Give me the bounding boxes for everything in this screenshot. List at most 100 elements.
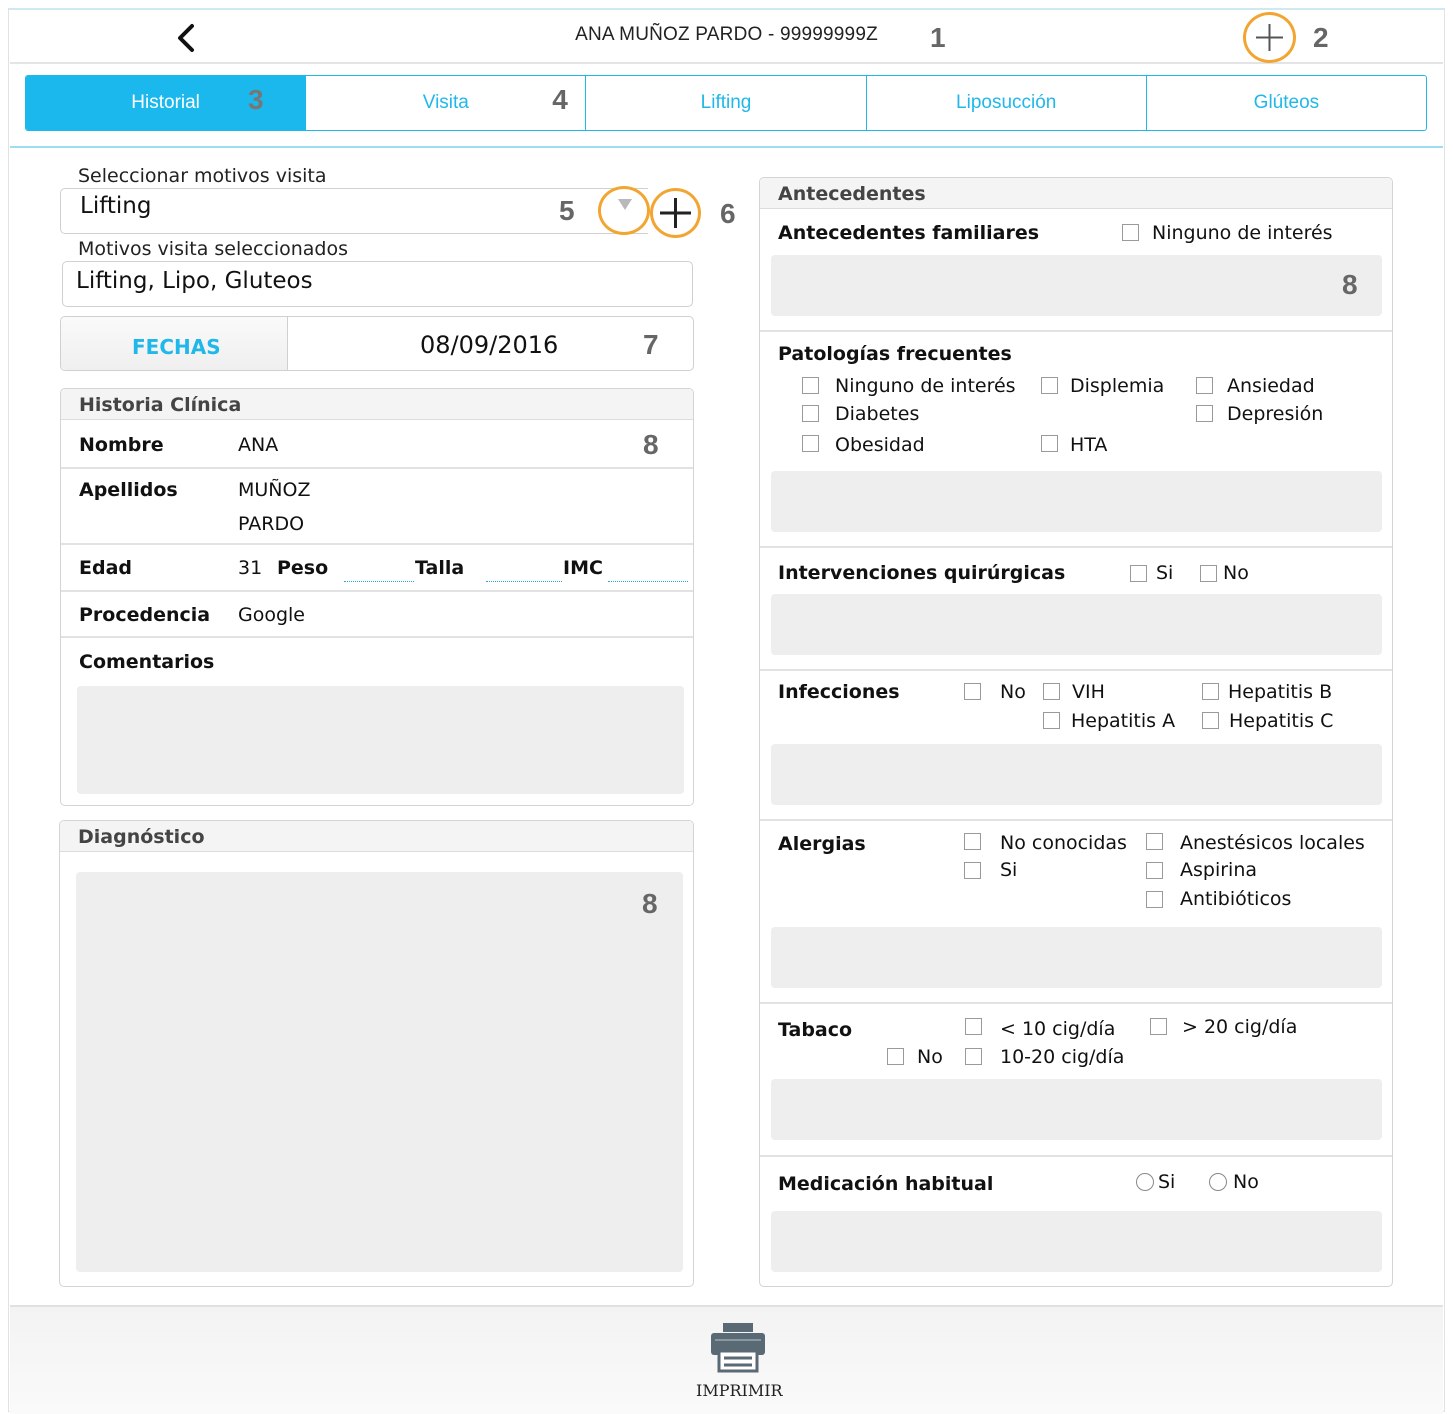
displemia-checkbox[interactable] (1041, 377, 1058, 394)
plus-icon (660, 198, 691, 228)
intervenciones-label: Intervenciones quirúrgicas (778, 562, 1066, 584)
fechas-label: FECHAS (132, 335, 221, 359)
hepatitis-c-checkbox[interactable] (1202, 712, 1219, 729)
historia-clinica-panel: Historia Clínica Nombre ANA 8 Apellidos … (60, 388, 694, 806)
tabaco-textarea[interactable] (771, 1079, 1382, 1140)
tabaco-10a20-checkbox[interactable] (965, 1048, 982, 1065)
tab-divider (10, 146, 1443, 148)
apellido1-value[interactable]: MUÑOZ (238, 479, 310, 501)
divider (760, 1002, 1392, 1004)
medicacion-textarea[interactable] (771, 1211, 1382, 1272)
obesidad-label: Obesidad (835, 434, 925, 456)
talla-input[interactable] (486, 581, 562, 582)
displemia-label: Displemia (1070, 375, 1165, 397)
tab-gluteos[interactable]: Glúteos (1147, 76, 1426, 130)
apellido2-value[interactable]: PARDO (238, 513, 304, 535)
ansiedad-checkbox[interactable] (1196, 377, 1213, 394)
motivos-seleccionados-field[interactable]: Lifting, Lipo, Gluteos (62, 261, 693, 307)
add-patient-button[interactable] (1243, 12, 1296, 63)
antibioticos-checkbox[interactable] (1146, 891, 1163, 908)
diagnostico-textarea[interactable] (76, 872, 683, 1272)
tab-historial[interactable]: Historial 3 (26, 76, 307, 130)
patologias-ninguno-label: Ninguno de interés (835, 375, 1016, 397)
infecciones-no-checkbox[interactable] (964, 683, 981, 700)
tabaco-label: Tabaco (778, 1019, 853, 1041)
apellidos-label: Apellidos (79, 479, 178, 501)
divider (61, 543, 693, 545)
familiares-textarea[interactable] (771, 255, 1382, 316)
procedencia-value[interactable]: Google (238, 604, 305, 626)
anestesicos-checkbox[interactable] (1146, 833, 1163, 850)
printer-icon (711, 1323, 765, 1373)
tabaco-10a20-label: 10-20 cig/día (1000, 1046, 1125, 1068)
patient-title: ANA MUÑOZ PARDO - 99999999Z (575, 24, 878, 45)
alergias-noconocidas-checkbox[interactable] (964, 833, 981, 850)
alergias-noconocidas-label: No conocidas (1000, 832, 1127, 854)
intervenciones-no-checkbox[interactable] (1200, 565, 1217, 582)
divider (61, 636, 693, 638)
alergias-si-label: Si (1000, 859, 1018, 881)
footer-bar: IMPRIMIR (10, 1305, 1443, 1414)
divider (61, 467, 693, 469)
tab-label: Liposucción (956, 92, 1057, 113)
top-bar: ANA MUÑOZ PARDO - 99999999Z (10, 10, 1443, 64)
intervenciones-textarea[interactable] (771, 594, 1382, 655)
medicacion-si-label: Si (1158, 1171, 1176, 1193)
comentarios-textarea[interactable] (77, 686, 684, 794)
depresion-checkbox[interactable] (1196, 405, 1213, 422)
medicacion-label: Medicación habitual (778, 1173, 994, 1195)
anestesicos-label: Anestésicos locales (1180, 832, 1365, 854)
tabaco-mas20-checkbox[interactable] (1150, 1018, 1167, 1035)
antibioticos-label: Antibióticos (1180, 888, 1292, 910)
print-button[interactable]: IMPRIMIR (690, 1317, 786, 1400)
peso-input[interactable] (344, 581, 414, 582)
divider (760, 819, 1392, 821)
tabaco-menos10-checkbox[interactable] (965, 1018, 982, 1035)
infecciones-textarea[interactable] (771, 744, 1382, 805)
select-dropdown-toggle[interactable] (598, 186, 650, 235)
hepatitis-b-checkbox[interactable] (1202, 683, 1219, 700)
tab-lifting[interactable]: Lifting (586, 76, 867, 130)
fechas-row: FECHAS 08/09/2016 7 (60, 316, 694, 371)
diabetes-label: Diabetes (835, 403, 920, 425)
fechas-button[interactable]: FECHAS (61, 317, 288, 370)
familiares-ninguno-label: Ninguno de interés (1152, 222, 1333, 244)
talla-label: Talla (415, 557, 465, 579)
imc-label: IMC (563, 557, 603, 579)
hepatitis-a-checkbox[interactable] (1043, 712, 1060, 729)
ansiedad-label: Ansiedad (1227, 375, 1315, 397)
hta-checkbox[interactable] (1041, 435, 1058, 452)
edad-value[interactable]: 31 (238, 557, 262, 579)
diagnostico-title: Diagnóstico (60, 821, 693, 852)
procedencia-label: Procedencia (79, 604, 211, 626)
medicacion-no-radio[interactable] (1209, 1173, 1227, 1191)
marker-7: 7 (643, 329, 659, 360)
intervenciones-si-checkbox[interactable] (1130, 565, 1147, 582)
medicacion-si-radio[interactable] (1136, 1173, 1154, 1191)
patologias-ninguno-checkbox[interactable] (802, 377, 819, 394)
tab-liposuccion[interactable]: Liposucción (867, 76, 1147, 130)
familiares-ninguno-checkbox[interactable] (1122, 224, 1139, 241)
tab-visita[interactable]: Visita 4 (306, 76, 587, 130)
add-motivo-button[interactable] (650, 188, 701, 238)
imc-input[interactable] (608, 581, 688, 582)
divider (61, 590, 693, 592)
nombre-value[interactable]: ANA (238, 434, 278, 456)
alergias-si-checkbox[interactable] (964, 862, 981, 879)
fecha-value[interactable]: 08/09/2016 (420, 331, 558, 359)
divider (760, 1155, 1392, 1157)
tabaco-no-label: No (917, 1046, 943, 1068)
patologias-textarea[interactable] (771, 471, 1382, 532)
diagnostico-panel: Diagnóstico 8 (59, 820, 694, 1287)
motivos-select-value: Lifting (80, 193, 152, 219)
aspirina-checkbox[interactable] (1146, 862, 1163, 879)
tab-bar: Historial 3 Visita 4 Lifting Liposucción… (25, 75, 1427, 131)
vih-checkbox[interactable] (1043, 683, 1060, 700)
diabetes-checkbox[interactable] (802, 405, 819, 422)
tabaco-no-checkbox[interactable] (887, 1048, 904, 1065)
hta-label: HTA (1070, 434, 1108, 456)
marker-8: 8 (1342, 269, 1358, 300)
obesidad-checkbox[interactable] (802, 435, 819, 452)
alergias-textarea[interactable] (771, 927, 1382, 988)
vih-label: VIH (1072, 681, 1105, 703)
